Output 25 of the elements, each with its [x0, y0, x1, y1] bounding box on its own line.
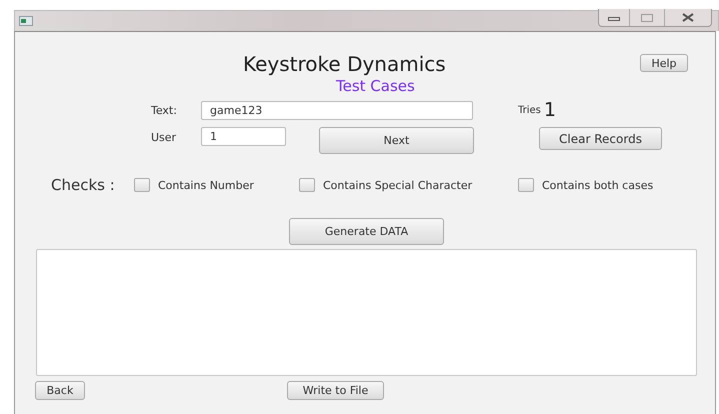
tries-label: Tries	[518, 104, 541, 116]
close-icon	[682, 13, 694, 22]
minimize-icon	[608, 14, 620, 20]
user-label: User	[151, 131, 178, 144]
checkbox-label[interactable]: Contains Special Character	[323, 178, 472, 192]
user-field[interactable]: 1	[201, 127, 286, 146]
app-title: Keystroke Dynamics	[243, 52, 446, 76]
checkbox[interactable]	[518, 178, 534, 192]
write-to-file-button[interactable]: Write to File	[287, 381, 384, 400]
help-button[interactable]: Help	[640, 54, 688, 72]
checkbox-label[interactable]: Contains both cases	[542, 178, 654, 192]
checkbox[interactable]	[134, 178, 150, 192]
next-button[interactable]: Next	[319, 127, 474, 154]
text-field[interactable]: game123	[201, 100, 473, 120]
app-icon	[19, 16, 33, 26]
tries-count: 1	[544, 100, 556, 120]
checks-label: Checks :	[51, 176, 115, 194]
subtitle: Test Cases	[336, 77, 415, 95]
clear-records-button[interactable]: Clear Records	[539, 127, 662, 150]
checkbox[interactable]	[299, 178, 315, 192]
checkbox-label[interactable]: Contains Number	[158, 178, 254, 192]
maximize-icon	[641, 14, 653, 22]
text-label: Text:	[151, 104, 178, 116]
generate-data-button[interactable]: Generate DATA	[289, 218, 444, 245]
back-button[interactable]: Back	[35, 381, 85, 400]
